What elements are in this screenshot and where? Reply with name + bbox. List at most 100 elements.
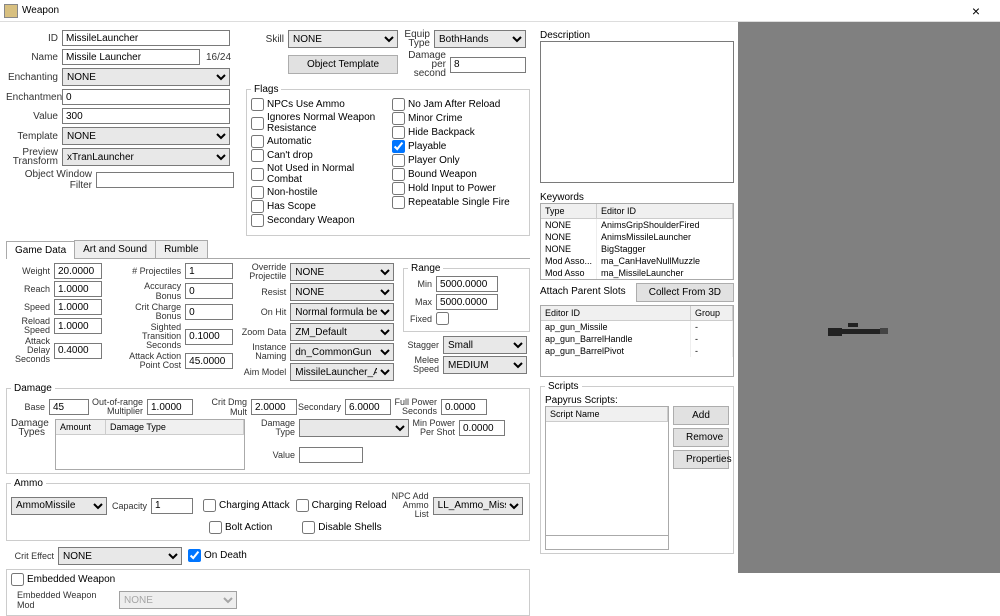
damage-base-input[interactable] xyxy=(49,399,89,415)
dps-label: Damage per second xyxy=(398,51,450,78)
table-row[interactable]: NONEBigStagger xyxy=(541,243,733,255)
embedded-weapon-checkbox[interactable] xyxy=(11,573,24,586)
ammo-fieldset: Ammo AmmoMissile Capacity Charging Attac… xyxy=(6,478,530,541)
template-select[interactable]: NONE xyxy=(62,127,230,145)
bolt-action-checkbox[interactable] xyxy=(209,521,222,534)
flags-legend: Flags xyxy=(251,84,281,95)
collect-from-3d-button[interactable]: Collect From 3D xyxy=(636,283,734,302)
accuracy-input[interactable] xyxy=(185,283,233,299)
charging-reload-checkbox[interactable] xyxy=(296,499,309,512)
flag-checkbox[interactable] xyxy=(392,196,405,209)
ammo-select[interactable]: AmmoMissile xyxy=(11,497,107,515)
zoom-select[interactable]: ZM_Default xyxy=(290,323,394,341)
flag-checkbox[interactable] xyxy=(392,140,405,153)
range-min-input[interactable] xyxy=(436,276,498,292)
damage-types-table[interactable]: AmountDamage Type xyxy=(55,419,245,470)
owf-input[interactable] xyxy=(96,172,234,188)
speed-input[interactable] xyxy=(54,299,102,315)
table-row[interactable]: ap_gun_BarrelPivot- xyxy=(541,345,733,357)
resist-select[interactable]: NONE xyxy=(290,283,394,301)
damage-type-select[interactable] xyxy=(299,419,409,437)
flag-checkbox[interactable] xyxy=(392,154,405,167)
flag-checkbox[interactable] xyxy=(392,168,405,181)
stagger-select[interactable]: Small xyxy=(443,336,527,354)
crit-charge-input[interactable] xyxy=(185,304,233,320)
flag-checkbox[interactable] xyxy=(251,200,264,213)
script-add-button[interactable]: Add xyxy=(673,406,729,425)
skill-select[interactable]: NONE xyxy=(288,30,398,48)
table-row[interactable]: ap_gun_Missile- xyxy=(541,321,733,333)
tab-art-sound[interactable]: Art and Sound xyxy=(74,240,156,258)
attack-ap-input[interactable] xyxy=(185,353,233,369)
table-row[interactable]: NONEAnimsMissileLauncher xyxy=(541,231,733,243)
range-fieldset: Range Min Max Fixed xyxy=(403,263,530,332)
preview-3d[interactable] xyxy=(738,22,1000,573)
table-row[interactable]: Mod Assoma_MissileLauncher xyxy=(541,267,733,279)
aim-model-select[interactable]: MissileLauncher_AM xyxy=(290,363,394,381)
flag-label: Playable xyxy=(408,141,446,152)
reach-input[interactable] xyxy=(54,281,102,297)
reload-speed-input[interactable] xyxy=(54,318,102,334)
capacity-input[interactable] xyxy=(151,498,193,514)
table-row[interactable]: Mod Asso...ma_CanHaveNullMuzzle xyxy=(541,255,733,267)
template-label: Template xyxy=(6,131,62,142)
enchanting-select[interactable]: NONE xyxy=(62,68,230,86)
flag-checkbox[interactable] xyxy=(251,149,264,162)
id-input[interactable] xyxy=(62,30,230,46)
crit-mult-label: Crit Dmg Mult xyxy=(193,397,251,417)
range-max-input[interactable] xyxy=(436,294,498,310)
tab-rumble[interactable]: Rumble xyxy=(155,240,207,258)
tab-game-data[interactable]: Game Data xyxy=(6,241,75,259)
table-row[interactable]: NONEAnimsGripShoulderFired xyxy=(541,219,733,231)
sighted-trans-input[interactable] xyxy=(185,329,233,345)
override-proj-select[interactable]: NONE xyxy=(290,263,394,281)
attack-delay-input[interactable] xyxy=(54,343,102,359)
crit-mult-input[interactable] xyxy=(251,399,297,415)
disable-shells-checkbox[interactable] xyxy=(302,521,315,534)
flag-checkbox[interactable] xyxy=(251,186,264,199)
equip-type-select[interactable]: BothHands xyxy=(434,30,526,48)
weight-input[interactable] xyxy=(54,263,102,279)
melee-speed-select[interactable]: MEDIUM xyxy=(443,356,527,374)
flag-checkbox[interactable] xyxy=(251,168,264,181)
scripts-hscroll[interactable] xyxy=(545,536,669,550)
flag-checkbox[interactable] xyxy=(392,182,405,195)
embedded-fieldset: Embedded Weapon Embedded Weapon ModNONE xyxy=(6,569,530,616)
value-input[interactable] xyxy=(62,108,230,124)
keywords-table[interactable]: TypeEditor ID NONEAnimsGripShoulderFired… xyxy=(540,203,734,280)
secondary-input[interactable] xyxy=(345,399,391,415)
charging-attack-checkbox[interactable] xyxy=(203,499,216,512)
onhit-select[interactable]: Normal formula behavior xyxy=(290,303,394,321)
crit-effect-select[interactable]: NONE xyxy=(58,547,182,565)
preview-transform-select[interactable]: xTranLauncher xyxy=(62,148,230,166)
description-textarea[interactable] xyxy=(540,41,734,183)
range-fixed-checkbox[interactable] xyxy=(436,312,449,325)
flag-checkbox[interactable] xyxy=(251,117,264,130)
attach-slots-table[interactable]: Editor IDGroup ap_gun_Missile-ap_gun_Bar… xyxy=(540,305,734,377)
damage-fieldset: Damage Base Out-of-range Multiplier Crit… xyxy=(6,383,530,474)
name-input[interactable] xyxy=(62,49,200,65)
min-power-input[interactable] xyxy=(459,420,505,436)
close-button[interactable]: × xyxy=(956,3,996,19)
dps-input[interactable] xyxy=(450,57,526,73)
instance-naming-select[interactable]: dn_CommonGun xyxy=(290,343,394,361)
flag-checkbox[interactable] xyxy=(392,112,405,125)
oor-input[interactable] xyxy=(147,399,193,415)
flag-checkbox[interactable] xyxy=(251,214,264,227)
scripts-list[interactable]: Script Name xyxy=(545,406,669,536)
flag-checkbox[interactable] xyxy=(392,98,405,111)
script-remove-button[interactable]: Remove xyxy=(673,428,729,447)
projectiles-input[interactable] xyxy=(185,263,233,279)
owf-label: Object Window Filter xyxy=(6,169,96,191)
flag-checkbox[interactable] xyxy=(251,98,264,111)
flag-checkbox[interactable] xyxy=(392,126,405,139)
object-template-button[interactable]: Object Template xyxy=(288,55,398,74)
enchantment-input[interactable] xyxy=(62,89,230,105)
on-death-checkbox[interactable] xyxy=(188,549,201,562)
script-properties-button[interactable]: Properties xyxy=(673,450,729,469)
damage-value-input[interactable] xyxy=(299,447,363,463)
npc-add-select[interactable]: LL_Ammo_Missile xyxy=(433,497,523,515)
table-row[interactable]: ap_gun_BarrelHandle- xyxy=(541,333,733,345)
full-power-input[interactable] xyxy=(441,399,487,415)
flag-checkbox[interactable] xyxy=(251,135,264,148)
